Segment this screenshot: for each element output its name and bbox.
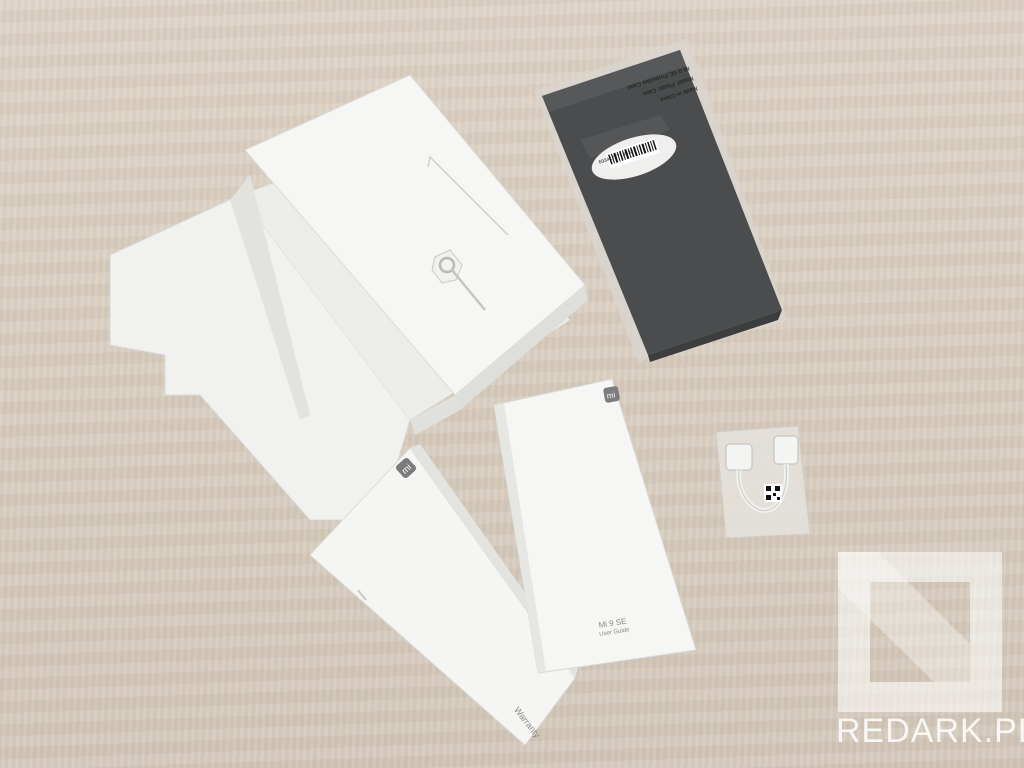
headphone-adapter-package: [715, 426, 811, 538]
mi-logo-icon: mi: [603, 386, 620, 403]
watermark-text: REDARK.PL: [836, 712, 1024, 750]
qr-code-icon: [764, 484, 782, 502]
watermark-logo-icon: [838, 552, 1002, 712]
phone-case-package: [534, 38, 788, 362]
photo-scene: 6934177713033 Mi 9 SE Protective Case Mo…: [0, 0, 1024, 768]
user-guide-booklet: mi: [493, 378, 697, 674]
svg-text:mi: mi: [606, 390, 616, 400]
